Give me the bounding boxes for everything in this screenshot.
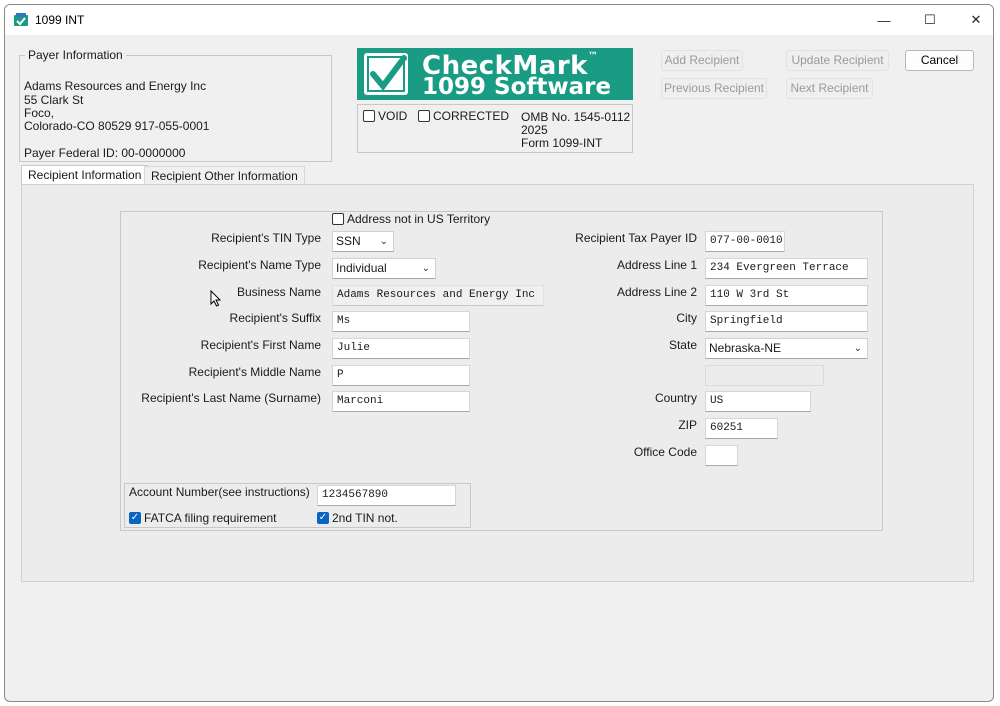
- payer-info-title: Payer Information: [25, 48, 126, 62]
- corrected-label: CORRECTED: [433, 109, 510, 123]
- chevron-down-icon: ⌄: [421, 263, 430, 274]
- first-name-field[interactable]: Julie: [332, 338, 470, 359]
- title-bar: 1099 INT — ☐ ✕: [5, 5, 993, 35]
- suffix-label: Recipient's Suffix: [229, 311, 321, 325]
- chevron-down-icon: ⌄: [379, 236, 388, 247]
- country-field[interactable]: US: [705, 391, 811, 412]
- corrected-checkbox[interactable]: [418, 110, 430, 122]
- tax-payer-id-label: Recipient Tax Payer ID: [575, 231, 697, 245]
- payer-city: Foco,: [24, 106, 55, 120]
- address-not-us-checkbox[interactable]: [332, 213, 344, 225]
- account-number-field[interactable]: 1234567890: [317, 485, 456, 506]
- city-label: City: [676, 311, 697, 325]
- close-button[interactable]: ✕: [953, 5, 993, 35]
- second-tin-checkbox[interactable]: ✓: [317, 512, 329, 524]
- form-year: 2025: [521, 123, 548, 137]
- business-name-label: Business Name: [236, 285, 321, 299]
- omb-number: OMB No. 1545-0112: [521, 110, 631, 124]
- address-line-2-label: Address Line 2: [616, 285, 697, 299]
- business-name-field[interactable]: Adams Resources and Energy Inc: [332, 285, 544, 306]
- payer-name: Adams Resources and Energy Inc: [24, 79, 207, 93]
- state-select[interactable]: Nebraska-NE ⌄: [705, 338, 868, 359]
- state-label: State: [668, 338, 697, 352]
- checkmark-badge-icon: [364, 53, 408, 95]
- zip-field[interactable]: 60251: [705, 418, 778, 439]
- void-checkbox[interactable]: [363, 110, 375, 122]
- office-code-label: Office Code: [633, 445, 697, 459]
- address-not-us-label: Address not in US Territory: [347, 212, 491, 226]
- name-type-label: Recipient's Name Type: [198, 258, 321, 272]
- tab-recipient-other-information[interactable]: Recipient Other Information: [144, 166, 305, 186]
- suffix-field[interactable]: Ms: [332, 311, 470, 332]
- previous-recipient-button[interactable]: Previous Recipient: [661, 78, 767, 99]
- fatca-label: FATCA filing requirement: [144, 511, 277, 525]
- add-recipient-button[interactable]: Add Recipient: [661, 50, 743, 71]
- minimize-button[interactable]: —: [861, 5, 907, 35]
- address-line-1-label: Address Line 1: [616, 258, 697, 272]
- form-name: Form 1099-INT: [521, 136, 603, 150]
- payer-address: 55 Clark St: [24, 93, 84, 107]
- office-code-field[interactable]: [705, 445, 738, 466]
- address-line-2-field[interactable]: 110 W 3rd St: [705, 285, 868, 306]
- tab-recipient-information[interactable]: Recipient Information: [21, 165, 149, 185]
- fatca-checkbox[interactable]: ✓: [129, 512, 141, 524]
- maximize-button[interactable]: ☐: [907, 5, 953, 35]
- mouse-cursor-icon: [210, 290, 222, 307]
- address-line-1-field[interactable]: 234 Evergreen Terrace: [705, 258, 868, 279]
- next-recipient-button[interactable]: Next Recipient: [786, 78, 873, 99]
- chevron-down-icon: ⌄: [853, 343, 862, 354]
- app-window: 1099 INT — ☐ ✕ Payer Information Adams R…: [4, 4, 994, 702]
- update-recipient-button[interactable]: Update Recipient: [786, 50, 889, 71]
- last-name-field[interactable]: Marconi: [332, 391, 470, 412]
- cancel-button[interactable]: Cancel: [905, 50, 974, 71]
- first-name-label: Recipient's First Name: [200, 338, 321, 352]
- middle-name-field[interactable]: P: [332, 365, 470, 386]
- checkmark-logo: CheckMark™ 1099 Software: [357, 48, 633, 100]
- middle-name-label: Recipient's Middle Name: [188, 365, 321, 379]
- app-icon: [14, 13, 28, 26]
- second-tin-label: 2nd TIN not.: [332, 511, 398, 525]
- country-label: Country: [654, 391, 697, 405]
- window-title: 1099 INT: [35, 13, 85, 27]
- payer-federal-id: Payer Federal ID: 00-0000000: [24, 146, 186, 160]
- tin-type-label: Recipient's TIN Type: [211, 231, 321, 245]
- last-name-label: Recipient's Last Name (Surname): [141, 391, 321, 405]
- city-field[interactable]: Springfield: [705, 311, 868, 332]
- account-number-label: Account Number(see instructions): [129, 485, 310, 499]
- tax-payer-id-field[interactable]: 077-00-0010: [705, 231, 785, 252]
- extra-field-disabled: [705, 365, 824, 386]
- payer-state-zip-phone: Colorado-CO 80529 917-055-0001: [24, 119, 210, 133]
- name-type-select[interactable]: Individual ⌄: [332, 258, 436, 279]
- zip-label: ZIP: [678, 418, 697, 432]
- tin-type-select[interactable]: SSN ⌄: [332, 231, 394, 252]
- logo-line-2: 1099 Software: [422, 74, 612, 100]
- void-label: VOID: [378, 109, 408, 123]
